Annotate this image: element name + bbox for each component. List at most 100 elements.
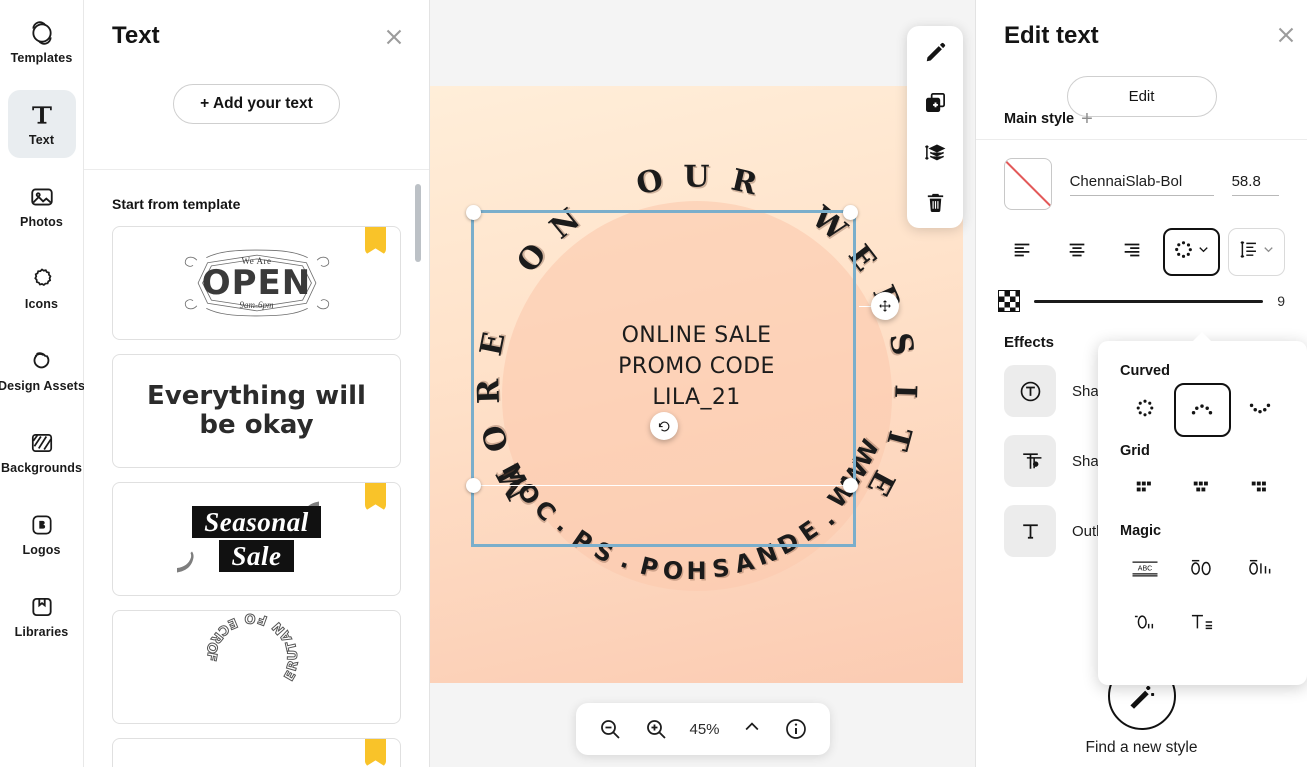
scrollbar-thumb[interactable]	[415, 184, 421, 262]
magic-tiered-icon	[1189, 611, 1215, 638]
sidebar-label: Templates	[10, 50, 73, 65]
resize-handle-bottom-left[interactable]	[466, 478, 481, 493]
resize-handle-top-right[interactable]	[843, 205, 858, 220]
move-icon	[879, 300, 891, 312]
transparency-icon[interactable]	[998, 290, 1020, 312]
no-color-swatch[interactable]	[1004, 158, 1052, 210]
resize-handle-top-left[interactable]	[466, 205, 481, 220]
info-icon[interactable]	[784, 717, 808, 741]
line-spacing-button[interactable]	[1228, 228, 1286, 276]
magic-small-caps-icon	[1132, 611, 1158, 638]
magic-abc-option[interactable]: ABC	[1116, 543, 1174, 597]
logos-icon	[29, 512, 55, 538]
align-center-icon	[1066, 239, 1088, 266]
curved-arc-up-option[interactable]	[1173, 383, 1232, 437]
sidebar-item-logos[interactable]: Logos	[8, 500, 76, 568]
backgrounds-icon	[29, 430, 55, 456]
font-family-field[interactable]: ChennaiSlab-Bol	[1069, 173, 1214, 196]
grid-left-option[interactable]	[1116, 463, 1174, 517]
magic-stack-bars-icon	[1247, 557, 1273, 584]
curved-text-icon	[1173, 239, 1194, 265]
svg-text:ABC: ABC	[1138, 564, 1153, 572]
trash-icon[interactable]	[921, 188, 949, 216]
duplicate-icon[interactable]	[921, 88, 949, 116]
move-handle[interactable]	[871, 292, 899, 320]
sidebar-item-photos[interactable]: Photos	[8, 172, 76, 240]
grid-center-option[interactable]	[1174, 463, 1232, 517]
opacity-slider[interactable]	[1034, 299, 1264, 303]
premium-badge-icon	[365, 739, 386, 767]
plus-icon[interactable]: +	[1081, 109, 1093, 129]
template-card-everything[interactable]: Everything will be okay	[112, 354, 401, 468]
canvas-stage: MORE ON OUR WEBSITE WWW.EDNASHOP.SP.COM …	[430, 0, 975, 767]
photos-icon	[29, 184, 55, 210]
selection-midline	[471, 485, 856, 486]
align-left-button[interactable]	[998, 228, 1045, 276]
sidebar-item-templates[interactable]: Templates	[8, 8, 76, 76]
arc-up-text-icon	[1189, 395, 1215, 426]
curved-full-circle-option[interactable]	[1116, 383, 1174, 437]
template-line-main: OPEN	[201, 263, 312, 303]
premium-badge-icon	[365, 227, 386, 255]
center-line-2: PROMO CODE	[618, 353, 775, 379]
align-center-button[interactable]	[1053, 228, 1100, 276]
design-canvas[interactable]: MORE ON OUR WEBSITE WWW.EDNASHOP.SP.COM …	[430, 86, 963, 683]
curved-arc-down-option[interactable]	[1231, 383, 1289, 437]
magic-stack-two-icon	[1189, 557, 1215, 584]
template-card-seasonal[interactable]: Seasonal Sale	[112, 482, 401, 596]
line-spacing-icon	[1238, 239, 1259, 265]
rotate-icon	[658, 421, 669, 431]
align-right-button[interactable]	[1108, 228, 1155, 276]
arc-down-text-icon	[1247, 395, 1273, 426]
template-card-force-of-nature[interactable]: FORCE OF NATURE	[112, 610, 401, 724]
template-line-1: Everything will	[147, 380, 366, 411]
chevron-up-icon[interactable]	[742, 717, 762, 741]
sidebar-label: Logos	[22, 542, 61, 557]
pencil-icon[interactable]	[921, 38, 949, 66]
zoom-level-value[interactable]: 45%	[689, 721, 719, 738]
page-title: Edit text	[1004, 22, 1099, 49]
center-text-block[interactable]: ONLINE SALE PROMO CODE LILA_21	[618, 320, 775, 414]
panel-scrollbar[interactable]	[415, 184, 421, 614]
sidebar-item-design-assets[interactable]: Design Assets	[0, 336, 85, 404]
sidebar-item-icons[interactable]: Icons	[8, 254, 76, 322]
font-style-row: ChennaiSlab-Bol 58.8	[976, 140, 1307, 210]
app-root: Templates Text Photos Icons Design Asset…	[0, 0, 1307, 767]
add-your-text-button[interactable]: + Add your text	[173, 84, 340, 124]
font-size-field[interactable]: 58.8	[1231, 173, 1279, 196]
close-icon[interactable]	[1273, 22, 1299, 48]
close-icon[interactable]	[381, 24, 407, 50]
template-card-next[interactable]	[112, 738, 401, 767]
shape-effect-icon	[1004, 365, 1056, 417]
magic-tiered-option[interactable]	[1174, 597, 1232, 651]
sidebar-item-libraries[interactable]: Libraries	[8, 582, 76, 650]
align-right-icon	[1121, 239, 1143, 266]
premium-badge-icon	[365, 483, 386, 511]
floating-object-toolbar	[907, 26, 963, 228]
magic-small-caps-option[interactable]	[1116, 597, 1174, 651]
opacity-row: 9	[976, 276, 1307, 312]
chevron-down-icon	[1261, 242, 1276, 262]
find-new-style-label: Find a new style	[1085, 739, 1198, 756]
magic-stack-bars-option[interactable]	[1231, 543, 1289, 597]
text-panel-body: Start from template We Are OPEN 9am-6pm	[84, 170, 429, 767]
magic-abc-icon: ABC	[1130, 557, 1160, 584]
rotate-handle[interactable]	[650, 412, 678, 440]
magic-stack-two-option[interactable]	[1174, 543, 1232, 597]
sidebar-item-backgrounds[interactable]: Backgrounds	[1, 418, 82, 486]
opacity-value: 9	[1277, 293, 1285, 309]
text-panel: Text + Add your text Start from template	[84, 0, 430, 767]
grid-right-option[interactable]	[1231, 463, 1289, 517]
chevron-down-icon	[1196, 242, 1211, 262]
full-circle-text-icon	[1134, 397, 1156, 424]
resize-handle-bottom-right[interactable]	[843, 478, 858, 493]
zoom-out-icon[interactable]	[597, 717, 621, 741]
layers-icon[interactable]	[921, 138, 949, 166]
sidebar-label: Design Assets	[0, 378, 85, 393]
popup-group-title-grid: Grid	[1120, 443, 1150, 459]
popup-group-title-curved: Curved	[1120, 363, 1170, 379]
text-shape-button[interactable]	[1163, 228, 1221, 276]
template-card-open[interactable]: We Are OPEN 9am-6pm	[112, 226, 401, 340]
zoom-in-icon[interactable]	[643, 717, 667, 741]
sidebar-item-text[interactable]: Text	[7, 90, 76, 158]
